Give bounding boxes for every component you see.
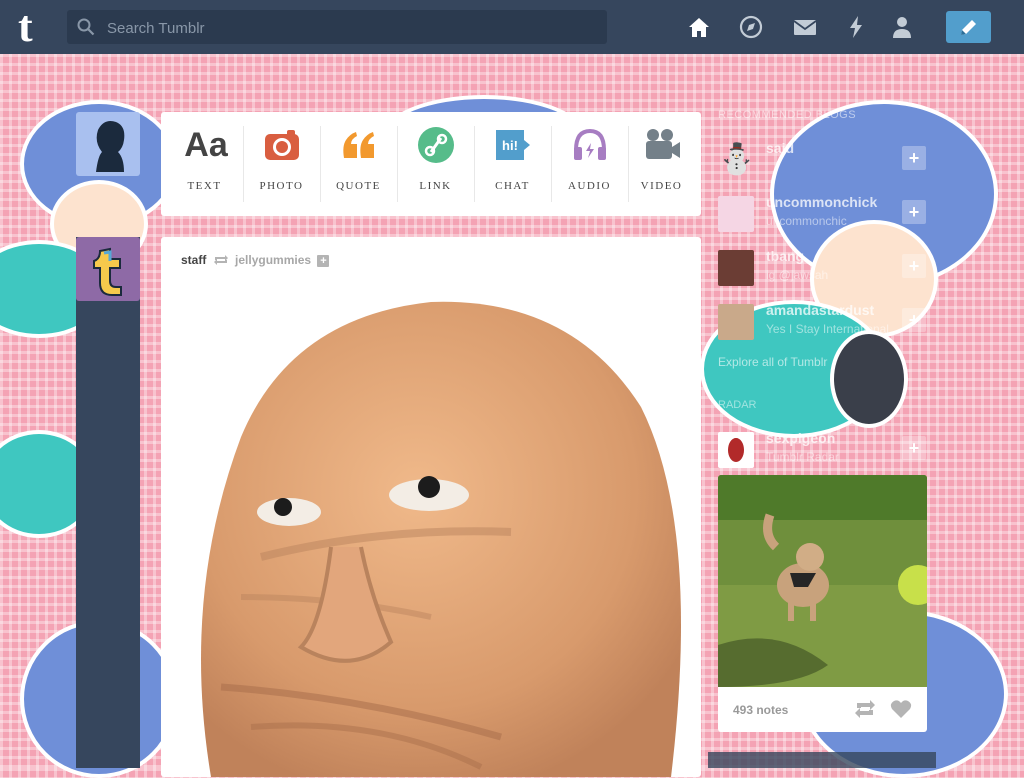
reblog-icon[interactable] bbox=[854, 699, 876, 719]
explore-icon[interactable] bbox=[738, 14, 764, 40]
reblog-icon bbox=[213, 255, 228, 265]
blog-name[interactable]: amandastardust bbox=[766, 302, 874, 318]
follow-button[interactable]: + bbox=[902, 200, 926, 224]
blog-name[interactable]: sexpigeon bbox=[766, 430, 835, 446]
post-image[interactable] bbox=[181, 297, 681, 777]
text-icon: Aa bbox=[184, 126, 228, 164]
radar-post: 493 notes bbox=[718, 475, 927, 732]
post-type-label: PHOTO bbox=[259, 180, 304, 192]
next-radar-card bbox=[708, 752, 936, 768]
compose-button[interactable] bbox=[946, 11, 991, 43]
sidebar-title: RECOMMENDED BLOGS bbox=[718, 109, 857, 121]
follow-button[interactable]: + bbox=[902, 146, 926, 170]
post-type-text[interactable]: Aa TEXT bbox=[166, 112, 243, 216]
account-icon[interactable] bbox=[889, 14, 915, 40]
chat-icon: hi! bbox=[496, 130, 530, 160]
post-type-label: AUDIO bbox=[568, 180, 611, 192]
post-type-menu: Aa TEXT PHOTO QUOTE LINK hi! CHAT AUDIO … bbox=[161, 112, 701, 216]
post-type-label: QUOTE bbox=[336, 180, 381, 192]
blog-avatar bbox=[718, 196, 754, 232]
blog-avatar: ⛄ bbox=[718, 143, 756, 176]
blog-subtitle: uncommonchic bbox=[766, 214, 847, 228]
explore-link[interactable]: Explore all of Tumblr bbox=[718, 355, 827, 369]
home-icon[interactable] bbox=[686, 14, 712, 40]
radar-photo[interactable] bbox=[718, 475, 927, 687]
follow-button[interactable]: + bbox=[902, 254, 926, 278]
radar-title: RADAR bbox=[718, 399, 757, 411]
pigeon-icon bbox=[728, 438, 744, 462]
post-type-label: LINK bbox=[419, 180, 452, 192]
headphones-icon bbox=[574, 128, 606, 160]
top-navbar: t bbox=[0, 0, 1024, 54]
link-icon bbox=[418, 127, 454, 163]
blog-subtitle: ig @jawsah bbox=[766, 268, 829, 282]
background-art bbox=[830, 330, 908, 428]
silhouette-icon bbox=[96, 121, 125, 172]
post-type-chat[interactable]: hi! CHAT bbox=[474, 112, 551, 216]
post-type-audio[interactable]: AUDIO bbox=[551, 112, 628, 216]
search-box[interactable] bbox=[67, 10, 607, 46]
quote-icon bbox=[343, 132, 374, 158]
post-header: staff jellygummies + bbox=[181, 253, 330, 267]
heart-icon[interactable] bbox=[890, 699, 912, 719]
blog-avatar bbox=[718, 304, 754, 340]
camera-icon bbox=[265, 130, 299, 160]
follow-plus-icon[interactable]: + bbox=[317, 255, 330, 267]
svg-text:hi!: hi! bbox=[502, 138, 518, 153]
post-type-link[interactable]: LINK bbox=[397, 112, 474, 216]
tumblr-t-icon bbox=[93, 247, 122, 296]
search-icon bbox=[77, 18, 95, 36]
notes-count[interactable]: 493 notes bbox=[733, 703, 788, 717]
reblog-source[interactable]: jellygummies bbox=[235, 253, 311, 267]
blog-avatar bbox=[718, 432, 754, 468]
tumblr-logo[interactable]: t bbox=[18, 5, 48, 49]
blog-subtitle: Yes I Stay International bbox=[766, 322, 889, 336]
blog-name[interactable]: tbang bbox=[766, 248, 804, 264]
post-author[interactable]: staff bbox=[181, 253, 206, 267]
radar-blog[interactable]: sexpigeon Tumblr Radar bbox=[718, 428, 928, 472]
video-camera-icon bbox=[646, 129, 680, 159]
inbox-icon[interactable] bbox=[792, 14, 818, 40]
post-type-label: TEXT bbox=[187, 180, 222, 192]
search-input[interactable] bbox=[105, 10, 599, 46]
user-avatar[interactable] bbox=[76, 112, 140, 176]
post-card: staff jellygummies + bbox=[161, 237, 701, 777]
post-type-label: VIDEO bbox=[640, 180, 683, 192]
blog-name[interactable]: uncommonchick bbox=[766, 194, 877, 210]
follow-button[interactable]: + bbox=[902, 436, 926, 460]
recommended-blog[interactable]: uncommonchick uncommonchic bbox=[718, 192, 928, 236]
left-rail bbox=[76, 237, 140, 768]
follow-button[interactable]: + bbox=[902, 308, 926, 332]
recommended-blog[interactable]: ⛄ said bbox=[718, 138, 928, 182]
recommended-blog[interactable]: amandastardust Yes I Stay International bbox=[718, 300, 928, 344]
blog-name[interactable]: said bbox=[766, 140, 794, 156]
recommended-blog[interactable]: tbang ig @jawsah bbox=[718, 246, 928, 290]
post-type-label: CHAT bbox=[495, 180, 530, 192]
staff-avatar[interactable] bbox=[76, 237, 140, 301]
post-type-video[interactable]: VIDEO bbox=[623, 112, 700, 216]
post-type-photo[interactable]: PHOTO bbox=[243, 112, 320, 216]
blog-avatar bbox=[718, 250, 754, 286]
post-type-quote[interactable]: QUOTE bbox=[320, 112, 397, 216]
activity-icon[interactable] bbox=[843, 14, 869, 40]
blog-subtitle: Tumblr Radar bbox=[766, 450, 839, 464]
pencil-icon bbox=[961, 20, 976, 35]
